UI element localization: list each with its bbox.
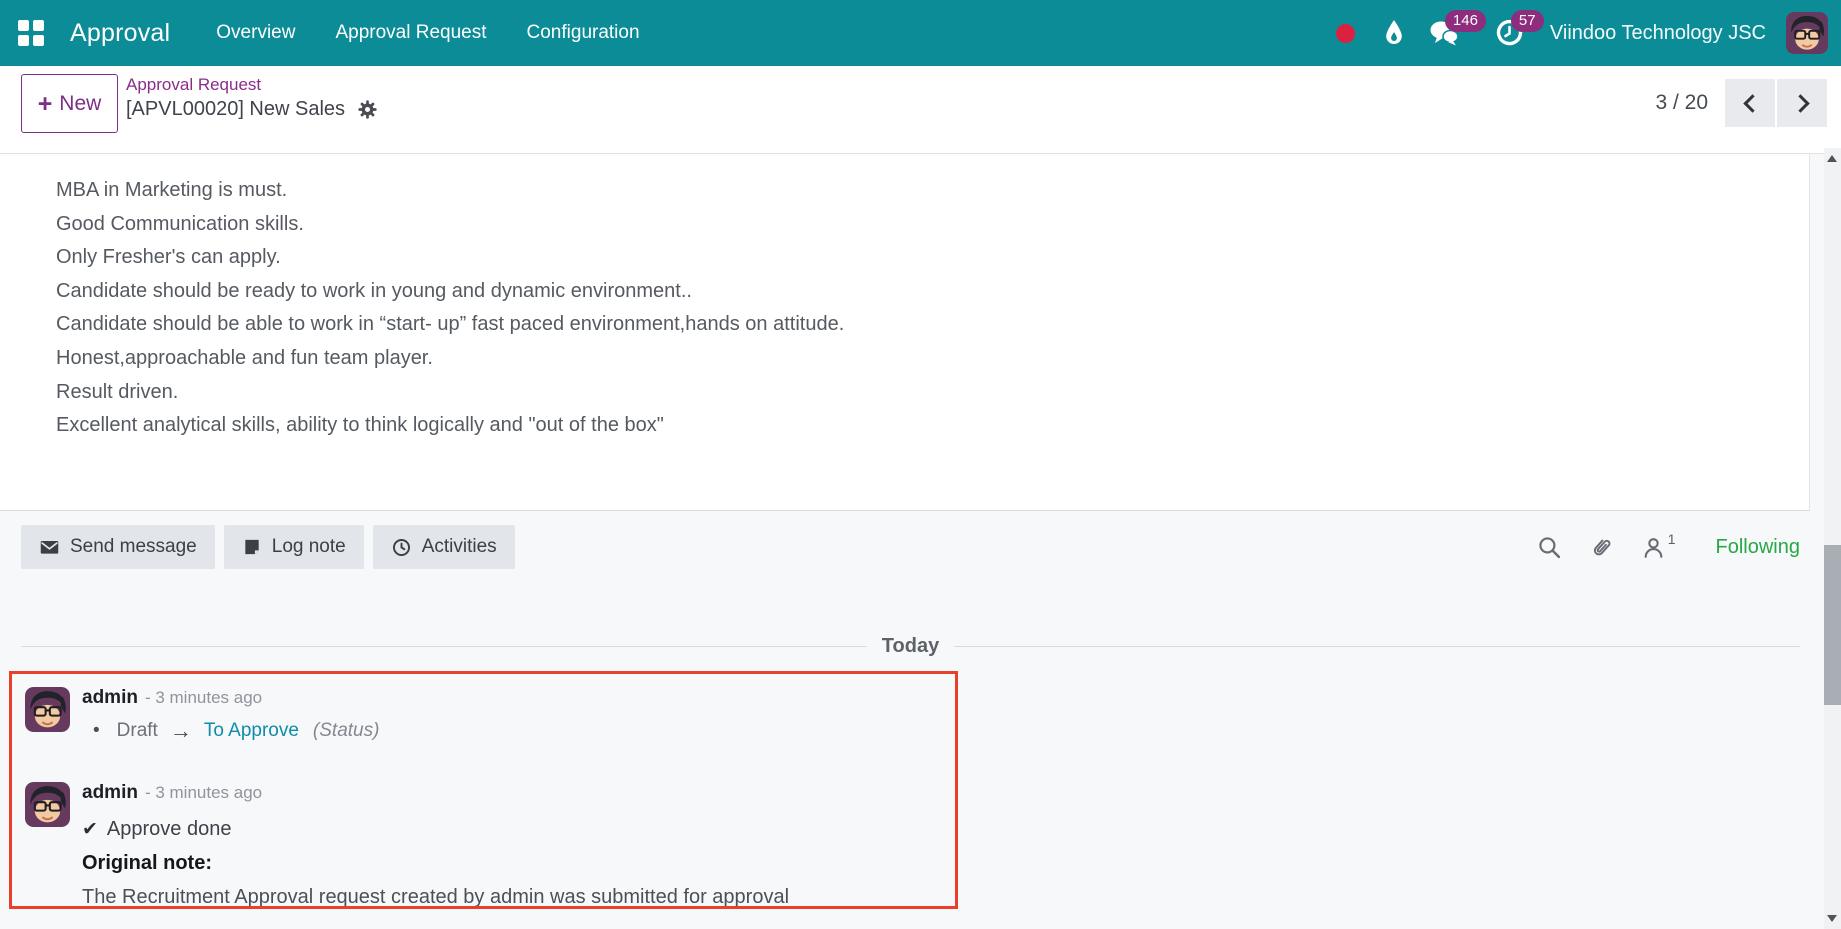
scroll-down-arrow[interactable] [1827,915,1837,922]
breadcrumb-current: [APVL00020] New Sales [126,98,345,121]
apps-grid-icon[interactable] [18,20,44,46]
date-divider: Today [21,634,1800,658]
pager-previous-button[interactable] [1725,79,1775,127]
message-author-avatar[interactable] [25,687,70,732]
tracking-field-name: (Status) [313,720,380,742]
description-line: Candidate should be ready to work in you… [56,275,1769,309]
following-toggle[interactable]: Following [1716,536,1800,559]
activities-count-badge: 57 [1511,10,1544,32]
approval-app-screen: Approval Overview Approval Request Confi… [0,0,1841,929]
description-line: Candidate should be able to work in “sta… [56,308,1769,342]
messages-count-badge: 146 [1445,10,1486,32]
bullet-icon: • [93,720,100,742]
app-name[interactable]: Approval [70,19,170,48]
tracking-new-value: To Approve [204,720,299,742]
chevron-right-icon [1791,94,1809,112]
description-line: Good Communication skills. [56,208,1769,242]
menu-approval-request[interactable]: Approval Request [335,16,486,50]
followers-button[interactable]: 1 [1641,535,1676,560]
plus-icon: + [38,94,53,114]
message-timestamp: - 3 minutes ago [145,688,262,708]
scroll-up-arrow[interactable] [1827,155,1837,162]
chevron-left-icon [1743,94,1761,112]
message-author[interactable]: admin [82,782,138,804]
record-pager: 3 / 20 [1655,79,1827,127]
message-note: admin - 3 minutes ago ✔ Approve done Ori… [25,782,789,910]
search-messages-icon[interactable] [1537,535,1562,560]
log-note-button[interactable]: Log note [224,525,364,569]
message-author[interactable]: admin [82,687,138,709]
messages-systray-button[interactable]: 146 [1429,19,1459,47]
menu-configuration[interactable]: Configuration [527,16,640,50]
send-message-label: Send message [70,536,197,558]
chatter-toolbar: Send message Log note Activities [21,525,524,569]
check-icon: ✔ [82,818,98,841]
description-line: MBA in Marketing is must. [56,174,1769,208]
recording-indicator-icon[interactable] [1336,24,1355,43]
form-sheet: MBA in Marketing is must. Good Communica… [0,154,1810,511]
description-line: Excellent analytical skills, ability to … [56,409,1769,443]
breadcrumb: Approval Request [APVL00020] New Sales [126,75,379,121]
chatter-tools: 1 Following [1537,525,1800,569]
note-body: The Recruitment Approval request created… [82,884,789,910]
vertical-scrollbar[interactable] [1824,148,1841,929]
description-line: Result driven. [56,376,1769,410]
breadcrumb-parent-link[interactable]: Approval Request [126,75,261,95]
user-company-name[interactable]: Viindoo Technology JSC [1550,22,1766,45]
note-title: Approve done [107,818,232,841]
original-note-label: Original note: [82,850,789,876]
activities-label: Activities [422,536,497,558]
new-button[interactable]: + New [21,74,118,133]
control-panel: + New Approval Request [APVL00020] New S… [0,66,1841,154]
systray: 146 57 Viindoo Technology JSC [1336,12,1841,54]
description-line: Honest,approachable and fun team player. [56,342,1769,376]
activities-button[interactable]: Activities [373,525,515,569]
pager-next-button[interactable] [1777,79,1827,127]
send-message-button[interactable]: Send message [21,525,215,569]
date-divider-label: Today [867,635,954,658]
top-nav-bar: Approval Overview Approval Request Confi… [0,0,1841,66]
message-timestamp: - 3 minutes ago [145,783,262,803]
attachment-paperclip-icon[interactable] [1589,535,1614,560]
pager-value[interactable]: 3 / 20 [1655,91,1708,115]
clock-icon [391,537,412,558]
description-line: Only Fresher's can apply. [56,241,1769,275]
log-note-label: Log note [272,536,346,558]
scrollbar-thumb[interactable] [1824,545,1841,705]
follower-count: 1 [1668,531,1676,547]
activities-systray-button[interactable]: 57 [1495,19,1524,48]
note-icon [242,537,262,557]
main-menu: Overview Approval Request Configuration [216,16,639,50]
tracking-old-value: Draft [117,720,158,742]
arrow-right-icon: → [170,721,192,741]
user-avatar[interactable] [1786,12,1828,54]
water-drop-icon[interactable] [1383,19,1405,47]
new-button-label: New [59,92,101,116]
menu-overview[interactable]: Overview [216,16,295,50]
person-icon [1641,535,1666,560]
message-author-avatar[interactable] [25,782,70,827]
envelope-icon [39,537,60,558]
gear-icon[interactable] [356,98,379,121]
message-tracking: admin - 3 minutes ago • Draft → To Appro… [25,687,379,744]
